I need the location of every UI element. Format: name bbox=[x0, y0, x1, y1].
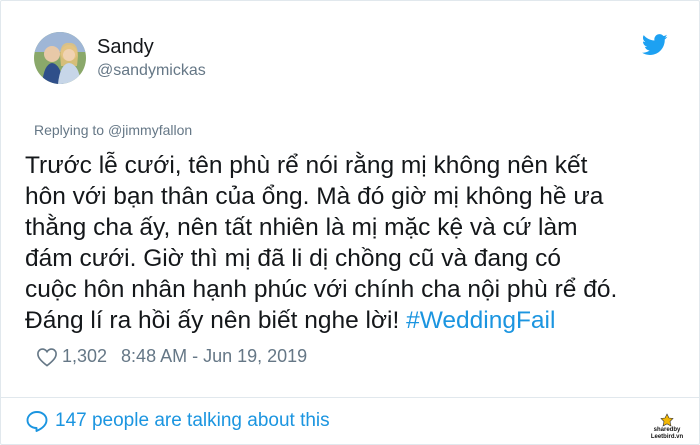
tweet-line: thằng cha ấy, nên tất nhiên là mị mặc kệ… bbox=[25, 214, 578, 241]
tweet-line-last: Đáng lí ra hồi ấy nên biết nghe lời! #We… bbox=[25, 305, 697, 336]
timestamp[interactable]: 8:48 AM - Jun 19, 2019 bbox=[121, 346, 307, 367]
tweet-line: cuộc hôn nhân hạnh phúc với chính cha nộ… bbox=[25, 276, 618, 303]
tweet-line-text: Đáng lí ra hồi ấy nên biết nghe lời! bbox=[25, 307, 407, 334]
tweet-meta: 1,302 8:48 AM - Jun 19, 2019 bbox=[36, 346, 307, 367]
tweet-line: đám cưới. Giờ thì mị đã li dị chồng cũ v… bbox=[25, 245, 562, 272]
avatar[interactable] bbox=[34, 32, 86, 84]
tweet-text: Trước lễ cưới, tên phù rể nói rằng mị kh… bbox=[25, 150, 697, 336]
replying-prefix: Replying to bbox=[34, 122, 108, 138]
watermark-logo: sharedby Leetbird.vn bbox=[637, 413, 697, 443]
divider bbox=[1, 397, 699, 398]
tweet-card: Sandy @sandymickas Replying to @jimmyfal… bbox=[0, 0, 700, 445]
hashtag-link[interactable]: #WeddingFail bbox=[406, 307, 555, 334]
tweet-line: Trước lễ cưới, tên phù rể nói rằng mị kh… bbox=[25, 152, 588, 179]
watermark-line: sharedby bbox=[653, 427, 681, 433]
speech-bubble-icon bbox=[25, 409, 55, 433]
mention-link[interactable]: @jimmyfallon bbox=[108, 122, 192, 138]
like-count[interactable]: 1,302 bbox=[62, 346, 107, 367]
talking-text: 147 people are talking about this bbox=[55, 410, 330, 431]
tweet-line: hôn với bạn thân của ổng. Mà đó giờ mị k… bbox=[25, 183, 604, 210]
author-name[interactable]: Sandy bbox=[97, 36, 154, 59]
twitter-bird-icon[interactable] bbox=[641, 34, 668, 56]
author-handle[interactable]: @sandymickas bbox=[97, 62, 206, 80]
replying-to: Replying to @jimmyfallon bbox=[34, 122, 192, 138]
watermark-line: Leetbird.vn bbox=[650, 434, 684, 440]
talking-link[interactable]: 147 people are talking about this bbox=[25, 409, 330, 433]
heart-icon[interactable] bbox=[36, 347, 62, 367]
